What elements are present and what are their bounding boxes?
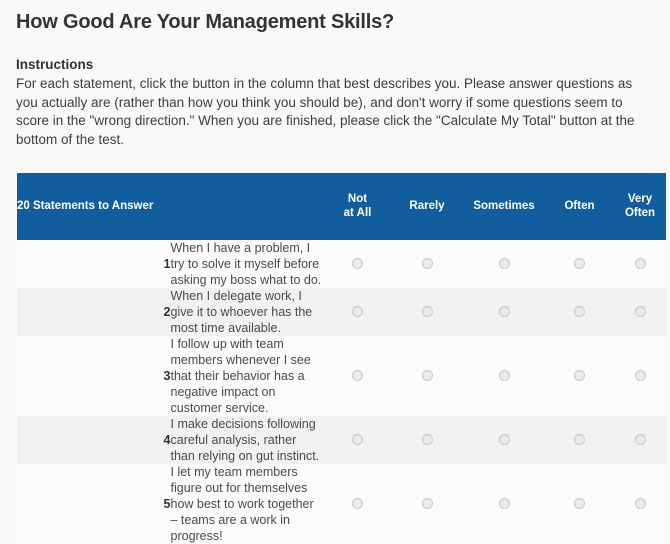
column-header-often: Often [545,173,614,240]
column-header-statements: 20 Statements to Answer [17,173,324,240]
column-header-rarely: Rarely [391,173,463,240]
statement-number: 5 [17,464,171,544]
radio-cell-often[interactable] [545,336,614,416]
radio-cell-very-often[interactable] [614,240,666,288]
table-row: 5 I let my team members figure out for t… [17,464,666,544]
statements-table: 20 Statements to Answer Not at All Rarel… [17,173,666,544]
quiz-page: How Good Are Your Management Skills? Ins… [0,0,670,515]
table-row: 3 I follow up with team members whenever… [17,336,666,416]
column-header-line-2: Often [614,207,666,221]
statement-number: 3 [17,336,171,416]
radio-cell-not-at-all[interactable] [324,336,391,416]
radio-button-icon[interactable] [635,306,646,317]
radio-button-icon[interactable] [422,258,433,269]
table-row: 2 When I delegate work, I give it to who… [17,288,666,336]
radio-cell-rarely[interactable] [391,416,463,464]
radio-cell-very-often[interactable] [614,416,666,464]
radio-button-icon[interactable] [352,370,363,381]
radio-button-icon[interactable] [499,258,510,269]
instructions-body: For each statement, click the button in … [16,75,654,149]
radio-button-icon[interactable] [352,306,363,317]
statement-number: 4 [17,416,171,464]
radio-cell-not-at-all[interactable] [324,288,391,336]
radio-cell-not-at-all[interactable] [324,240,391,288]
radio-cell-sometimes[interactable] [463,416,545,464]
radio-cell-very-often[interactable] [614,464,666,544]
radio-button-icon[interactable] [352,498,363,509]
radio-button-icon[interactable] [635,434,646,445]
radio-button-icon[interactable] [499,370,510,381]
radio-cell-sometimes[interactable] [463,288,545,336]
column-header-line-1: Rarely [391,200,463,214]
column-header-line-1: Often [545,200,614,214]
radio-cell-rarely[interactable] [391,464,463,544]
radio-cell-rarely[interactable] [391,240,463,288]
column-header-sometimes: Sometimes [463,173,545,240]
radio-cell-often[interactable] [545,416,614,464]
radio-button-icon[interactable] [635,370,646,381]
radio-button-icon[interactable] [422,370,433,381]
table-row: 1 When I have a problem, I try to solve … [17,240,666,288]
radio-button-icon[interactable] [499,434,510,445]
radio-cell-very-often[interactable] [614,336,666,416]
radio-button-icon[interactable] [574,306,585,317]
table-row: 4 I make decisions following careful ana… [17,416,666,464]
column-header-not-at-all: Not at All [324,173,391,240]
column-header-line-2: at All [324,207,391,221]
column-header-line-1: Very [614,193,666,207]
statement-number: 2 [17,288,171,336]
statement-text: When I delegate work, I give it to whoev… [171,288,325,336]
column-header-line-1: Sometimes [463,200,545,214]
table-body: 1 When I have a problem, I try to solve … [17,240,666,544]
radio-button-icon[interactable] [422,434,433,445]
table-header-row: 20 Statements to Answer Not at All Rarel… [17,173,666,240]
radio-button-icon[interactable] [352,434,363,445]
statement-text: When I have a problem, I try to solve it… [171,240,325,288]
radio-cell-often[interactable] [545,240,614,288]
radio-cell-not-at-all[interactable] [324,464,391,544]
radio-cell-rarely[interactable] [391,288,463,336]
radio-cell-very-often[interactable] [614,288,666,336]
radio-cell-not-at-all[interactable] [324,416,391,464]
radio-button-icon[interactable] [574,370,585,381]
statement-number: 1 [17,240,171,288]
statement-text: I make decisions following careful analy… [171,416,325,464]
radio-button-icon[interactable] [352,258,363,269]
radio-button-icon[interactable] [574,258,585,269]
instructions-block: Instructions For each statement, click t… [0,35,670,149]
radio-cell-sometimes[interactable] [463,336,545,416]
radio-cell-often[interactable] [545,464,614,544]
radio-button-icon[interactable] [574,434,585,445]
radio-button-icon[interactable] [422,498,433,509]
statement-text: I let my team members figure out for the… [171,464,325,544]
radio-cell-sometimes[interactable] [463,464,545,544]
radio-button-icon[interactable] [635,258,646,269]
radio-cell-sometimes[interactable] [463,240,545,288]
radio-button-icon[interactable] [635,498,646,509]
radio-cell-often[interactable] [545,288,614,336]
table-header: 20 Statements to Answer Not at All Rarel… [17,173,666,240]
column-header-line-1: Not [324,193,391,207]
column-header-very-often: Very Often [614,173,666,240]
radio-cell-rarely[interactable] [391,336,463,416]
radio-button-icon[interactable] [574,498,585,509]
statement-text: I follow up with team members whenever I… [171,336,325,416]
page-title: How Good Are Your Management Skills? [0,0,670,35]
radio-button-icon[interactable] [499,498,510,509]
radio-button-icon[interactable] [422,306,433,317]
instructions-heading: Instructions [16,56,654,74]
radio-button-icon[interactable] [499,306,510,317]
